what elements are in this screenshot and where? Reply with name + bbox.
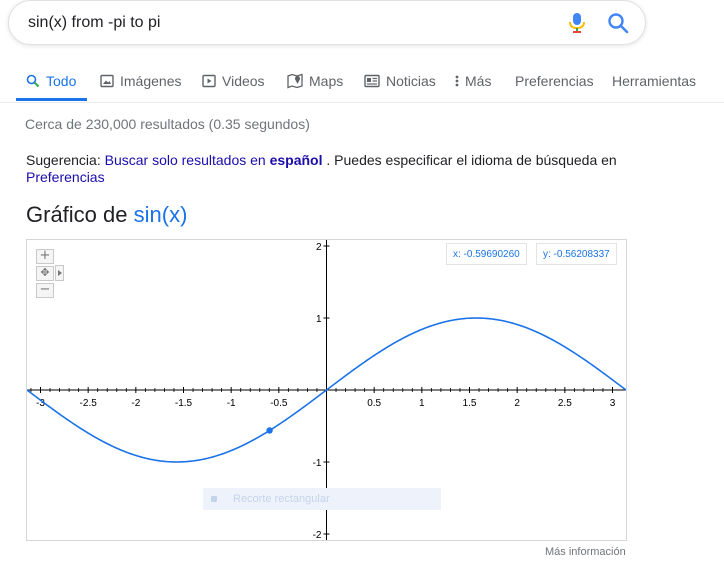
news-icon <box>364 74 380 88</box>
tab-mas[interactable]: Más <box>455 71 491 91</box>
x-tick-label: 3 <box>610 398 616 409</box>
x-tick-label: -2 <box>131 398 140 409</box>
pan-icon[interactable]: ✥ <box>36 266 54 281</box>
x-tick-label: -1 <box>227 398 236 409</box>
map-pin-icon <box>287 73 303 89</box>
x-coordinate-readout: x: -0.59690260 <box>446 243 527 265</box>
spanish-only-link-text: Buscar solo resultados en <box>104 152 266 168</box>
x-tick-label: 1 <box>419 398 425 409</box>
search-box[interactable]: sin(x) from -pi to pi <box>8 0 646 45</box>
y-tick-label: -1 <box>313 458 322 469</box>
x-tick-label: 2 <box>514 398 520 409</box>
suggestion-middle: . Puedes especificar el idioma de búsque… <box>326 152 617 168</box>
function-graph[interactable]: -3 -2.5 -2 -1.5 -1 -0.5 0.5 1 1.5 2 2.5 3 2 1 -1 -2 + ✥… <box>26 239 627 541</box>
result-stats: Cerca de 230,000 resultados (0.35 segund… <box>25 116 310 132</box>
more-info-link[interactable]: Más información <box>545 546 626 558</box>
graph-title-prefix: Gráfico de <box>26 202 128 227</box>
search-input[interactable]: sin(x) from -pi to pi <box>28 14 160 32</box>
y-tick-label: 1 <box>316 314 322 325</box>
graph-title: Gráfico de sin(x) <box>26 202 187 228</box>
language-suggestion: Sugerencia: Buscar solo resultados en es… <box>26 152 666 186</box>
video-icon <box>202 74 216 88</box>
search-tabs: Todo Imágenes Videos Maps Noticias Más P… <box>0 60 724 103</box>
x-tick-label: 0.5 <box>367 398 381 409</box>
spanish-only-link-bold: español <box>269 152 323 168</box>
zoom-in-button[interactable]: + <box>36 249 54 264</box>
image-icon <box>100 74 114 88</box>
x-tick-label: -2.5 <box>80 398 98 409</box>
y-coordinate-readout: y: -0.56208337 <box>536 243 617 265</box>
tab-imagenes[interactable]: Imágenes <box>100 71 181 91</box>
x-tick-label: 2.5 <box>558 398 572 409</box>
graph-function-link[interactable]: sin(x) <box>134 202 188 227</box>
tab-noticias[interactable]: Noticias <box>364 71 436 91</box>
x-tick-label: -1.5 <box>175 398 193 409</box>
hover-point <box>266 427 273 434</box>
tab-herramientas[interactable]: Herramientas <box>612 71 696 91</box>
active-tab-indicator <box>16 98 87 101</box>
search-icon[interactable] <box>607 12 629 34</box>
x-tick-label: 1.5 <box>463 398 477 409</box>
microphone-icon[interactable] <box>568 12 586 34</box>
y-tick-label: 2 <box>316 242 322 253</box>
preferences-link[interactable]: Preferencias <box>26 169 105 185</box>
suggestion-prefix: Sugerencia: <box>26 152 101 168</box>
x-tick-label: -0.5 <box>270 398 288 409</box>
tab-preferencias[interactable]: Preferencias <box>515 71 594 91</box>
pan-right-arrow-icon[interactable] <box>55 265 64 281</box>
y-tick-label: -2 <box>313 530 322 540</box>
tab-maps[interactable]: Maps <box>287 71 343 91</box>
rectangle-crop-hint: Recorte rectangular <box>203 488 441 510</box>
spanish-only-link[interactable]: Buscar solo resultados en español <box>105 152 323 168</box>
search-icon <box>26 74 40 88</box>
tab-todo[interactable]: Todo <box>26 71 76 91</box>
zoom-out-button[interactable]: − <box>36 283 54 298</box>
tab-videos[interactable]: Videos <box>202 71 265 91</box>
zoom-controls: + ✥ − <box>36 249 55 299</box>
more-vert-icon <box>455 75 459 87</box>
